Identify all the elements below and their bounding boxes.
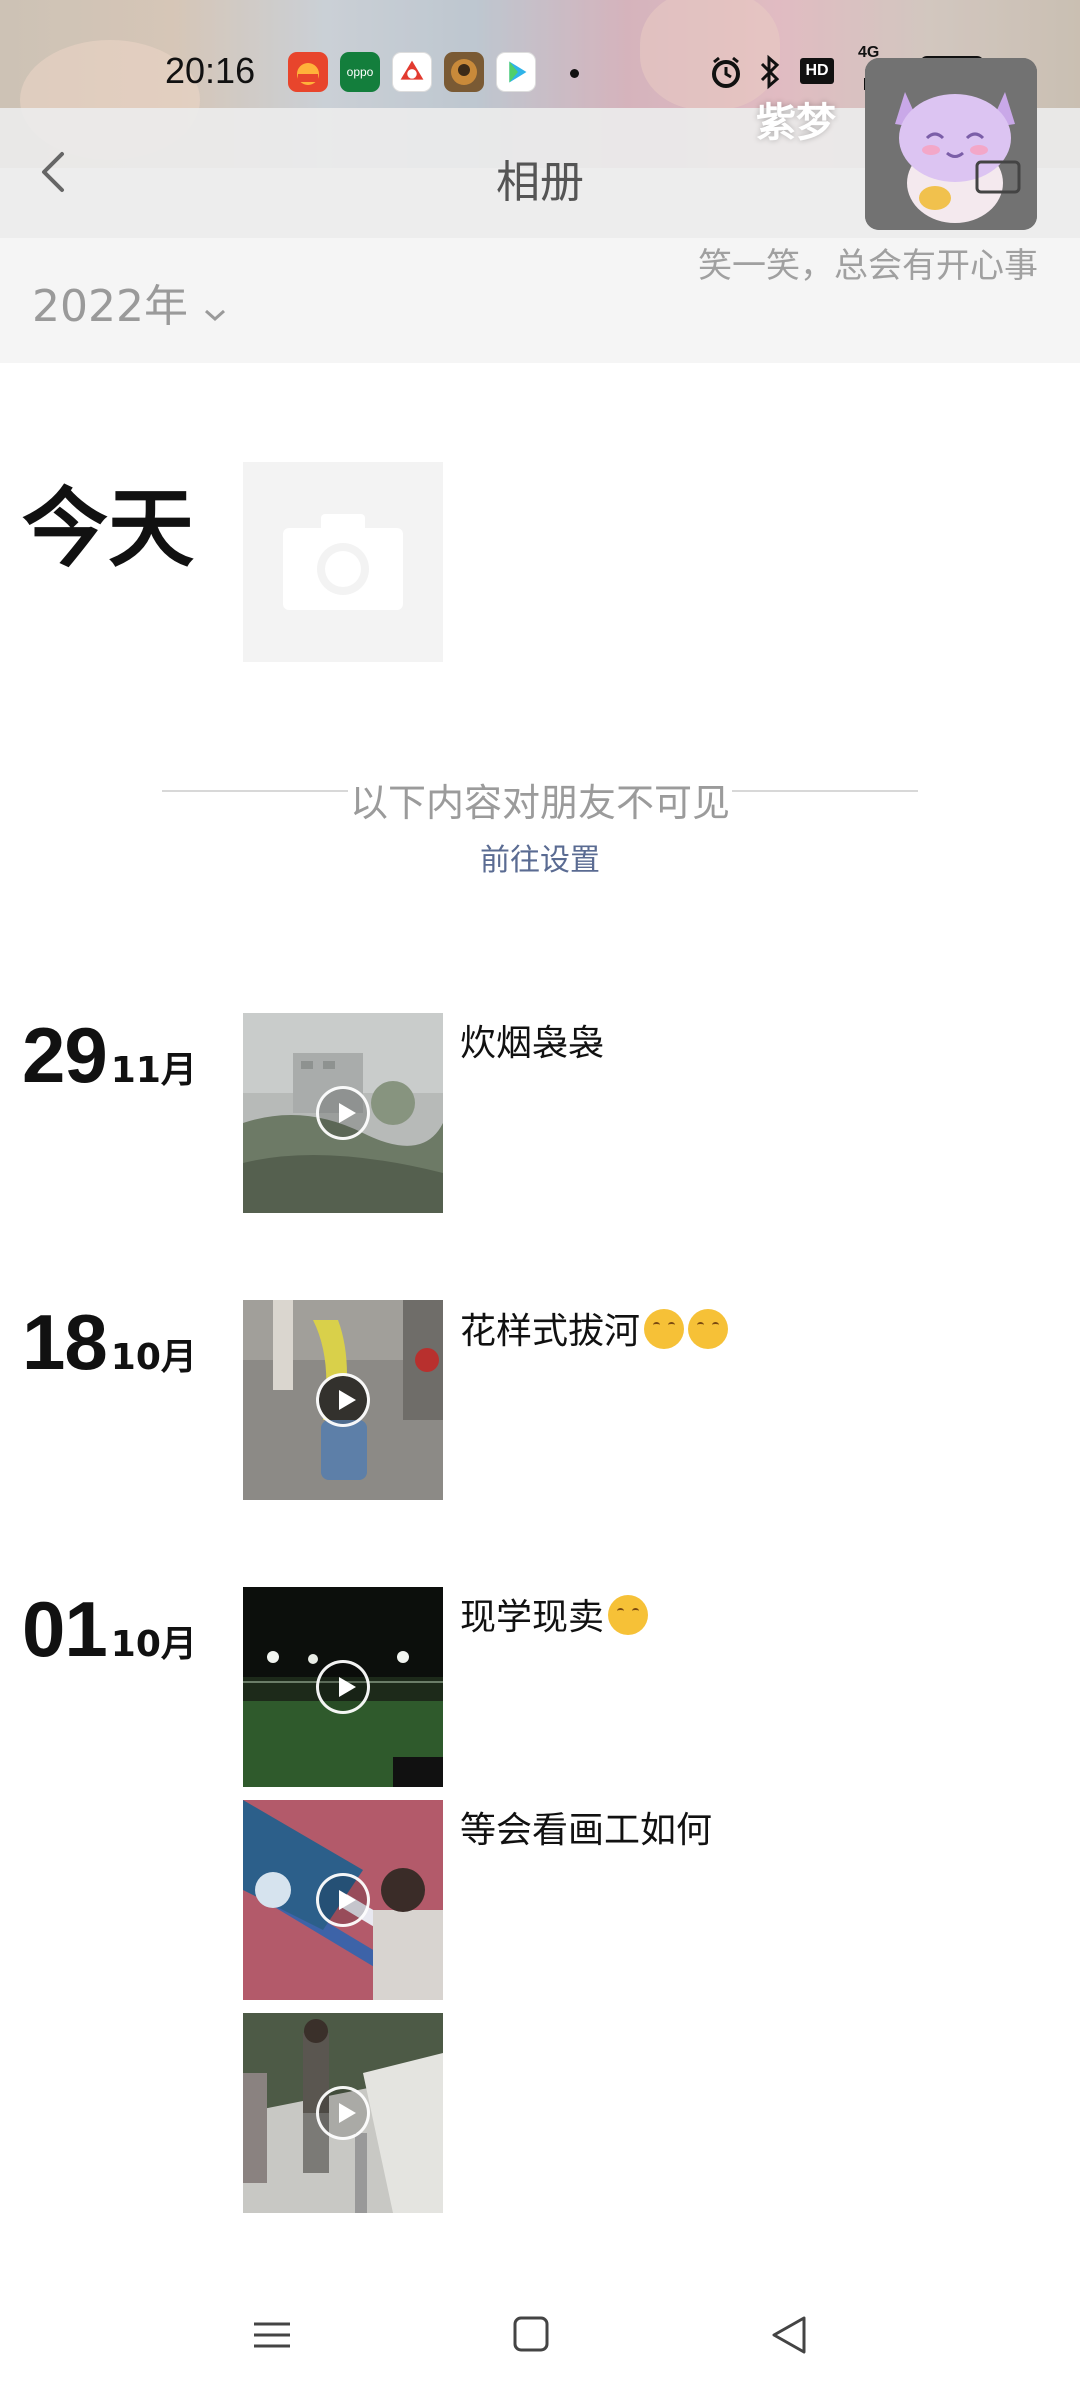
- date-month: 11月: [110, 1050, 197, 1091]
- oppo-app-label: oppo: [346, 65, 374, 79]
- menu-icon[interactable]: [242, 2310, 302, 2360]
- video-thumbnail[interactable]: [243, 2013, 443, 2213]
- user-nickname: 紫梦: [756, 100, 836, 146]
- date-month: 10月: [110, 1337, 197, 1378]
- post-caption[interactable]: 花样式拔河: [460, 1302, 729, 1354]
- avatar[interactable]: [865, 58, 1037, 230]
- home-icon[interactable]: [501, 2310, 561, 2360]
- thinking-face-emoji-icon: [688, 1309, 729, 1349]
- date-month: 10月: [110, 1624, 197, 1665]
- video-thumbnail[interactable]: [243, 1800, 443, 2000]
- chevron-down-icon: [202, 284, 228, 335]
- settings-link[interactable]: 前往设置: [0, 835, 1080, 879]
- play-icon: [316, 2086, 370, 2140]
- thinking-face-emoji-icon: [644, 1309, 685, 1349]
- personal-signature: 笑一笑，总会有开心事: [698, 246, 1038, 286]
- smiling-face-emoji-icon: [608, 1595, 649, 1635]
- post-caption-text: 现学现卖: [460, 1597, 605, 1638]
- year-label: 2022年: [32, 281, 188, 332]
- hd-label: HD: [805, 62, 829, 79]
- date-label: 18 10月: [22, 1297, 197, 1388]
- camera-icon: [283, 514, 403, 614]
- play-icon: [316, 1873, 370, 1927]
- video-thumbnail[interactable]: [243, 1013, 443, 1213]
- white-red-app-icon: [392, 52, 432, 92]
- post-caption-text: 花样式拔河: [460, 1311, 641, 1352]
- back-triangle-icon[interactable]: [760, 2310, 820, 2360]
- video-thumbnail[interactable]: [243, 1587, 443, 1787]
- year-filter-bar: 2022年 笑一笑，总会有开心事: [0, 238, 1080, 363]
- today-label: 今天: [22, 479, 194, 579]
- post-caption[interactable]: 现学现卖: [460, 1588, 649, 1640]
- date-day: 29: [22, 1011, 108, 1099]
- notification-dot: [570, 69, 579, 78]
- post-caption[interactable]: 炊烟袅袅: [460, 1014, 604, 1066]
- date-label: 29 11月: [22, 1010, 197, 1101]
- play-icon: [316, 1373, 370, 1427]
- date-label: 01 10月: [22, 1584, 197, 1675]
- system-navigation-bar: [0, 2270, 1080, 2400]
- post-new-tile[interactable]: [243, 462, 443, 662]
- alarm-icon: [708, 54, 744, 94]
- red-app-icon: [288, 52, 328, 92]
- date-day: 18: [22, 1298, 108, 1386]
- hd-icon: HD: [800, 58, 834, 84]
- privacy-notice-text: 以下内容对朋友不可见: [347, 781, 732, 825]
- video-play-app-icon: [496, 52, 536, 92]
- oppo-app-icon: oppo: [340, 52, 380, 92]
- year-selector[interactable]: 2022年: [32, 270, 228, 335]
- play-icon: [316, 1660, 370, 1714]
- play-icon: [316, 1086, 370, 1140]
- privacy-notice: 以下内容对朋友不可见: [0, 772, 1080, 827]
- status-time: 20:16: [165, 50, 256, 91]
- game-app-icon: [444, 52, 484, 92]
- post-caption[interactable]: 等会看画工如何: [460, 1801, 712, 1853]
- date-day: 01: [22, 1585, 108, 1673]
- video-thumbnail[interactable]: [243, 1300, 443, 1500]
- moments-album-screen: 20:16 oppo HD 4G 63: [0, 0, 1080, 2400]
